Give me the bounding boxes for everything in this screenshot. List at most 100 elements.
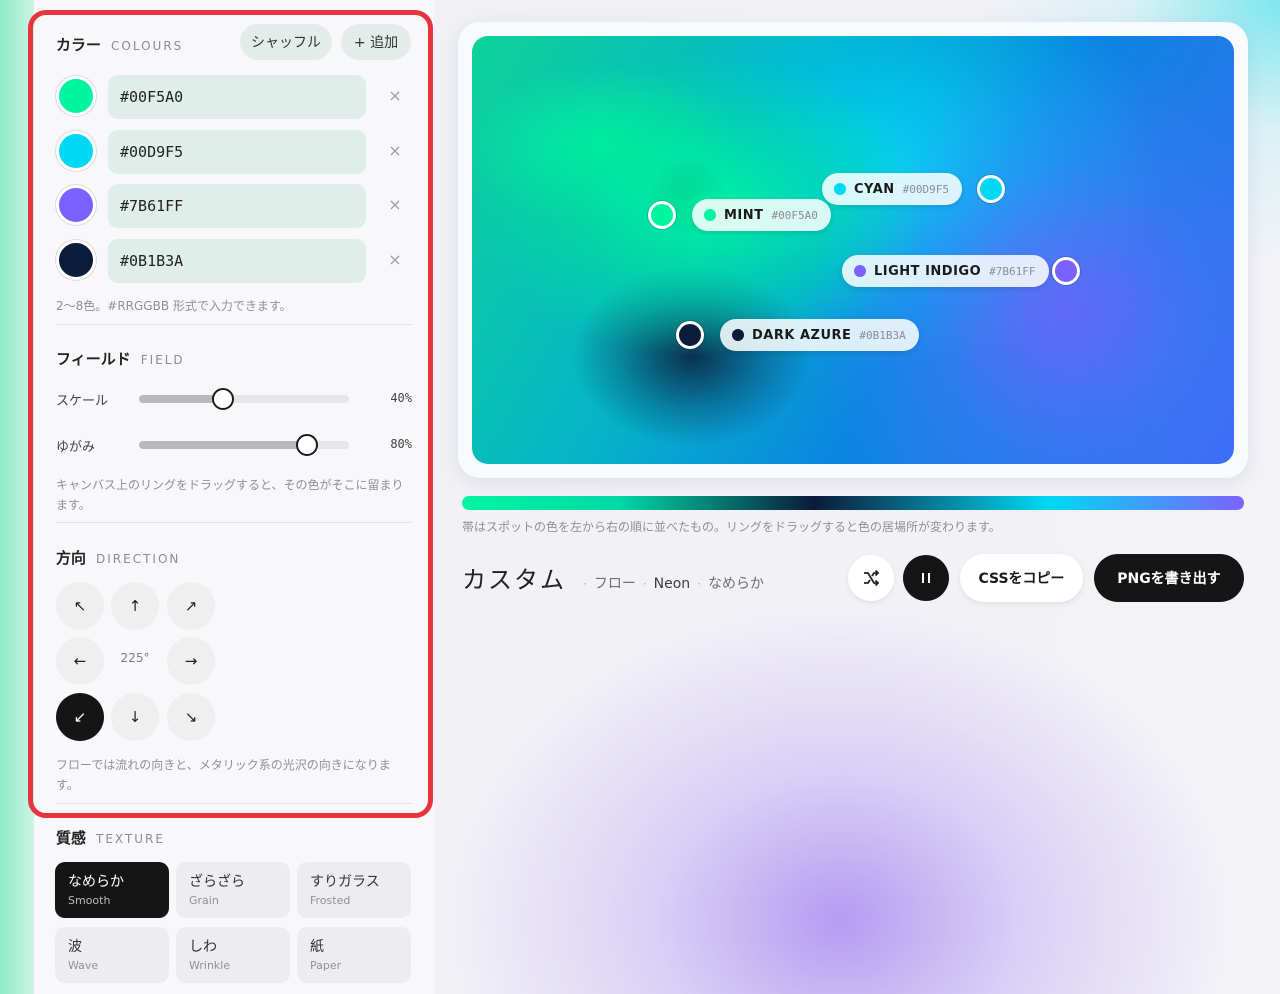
texture-section-title: 質感 TEXTURE (56, 827, 165, 848)
separator: · (697, 577, 702, 591)
canvas-ring-mint[interactable] (648, 201, 676, 229)
scale-label: スケール (56, 394, 109, 409)
canvas-colour-chip-light-indigo: LIGHT INDIGO #7B61FF (842, 255, 1049, 287)
direction-s-button[interactable]: ↓ (111, 693, 159, 741)
chip-code: #00D9F5 (902, 182, 950, 196)
warp-slider[interactable] (139, 434, 349, 456)
shuffle-canvas-button[interactable] (848, 555, 894, 601)
pause-icon (922, 573, 930, 583)
copy-css-button[interactable]: CSSをコピー (960, 554, 1083, 602)
hex-input[interactable]: #00D9F5 (108, 130, 366, 174)
direction-hint: フローでは流れの向きと、メタリック系の光沢の向きになります。 (56, 758, 391, 792)
colours-section-title: カラー COLOURS (56, 34, 183, 55)
preset-mode: フロー (593, 576, 636, 592)
colour-row: #7B61FF × (56, 184, 412, 228)
strip-caption: 帯はスポットの色を左から右の順に並べたもの。リングをドラッグすると色の居場所が変… (462, 520, 1001, 534)
direction-w-button[interactable]: ← (56, 637, 104, 685)
colour-row: #00D9F5 × (56, 130, 412, 174)
colour-row: #0B1B3A × (56, 239, 412, 283)
scale-slider-fill (139, 395, 223, 403)
hex-input[interactable]: #0B1B3A (108, 239, 366, 283)
texture-option-sublabel: Wrinkle (189, 959, 231, 972)
direction-n-button[interactable]: ↑ (111, 582, 159, 630)
hex-input[interactable]: #00F5A0 (108, 75, 366, 119)
preset-texture: なめらか (708, 576, 765, 592)
shuffle-button[interactable]: シャッフル (240, 24, 332, 60)
texture-option-sublabel: Wave (68, 959, 99, 972)
chip-dot (732, 329, 744, 341)
chip-name: MINT (724, 207, 764, 223)
colour-swatch[interactable] (56, 76, 96, 116)
canvas-colour-chip-dark-azure: DARK AZURE #0B1B3A (720, 319, 919, 351)
warp-value: 80% (390, 437, 412, 451)
canvas-ring-light-indigo[interactable] (1052, 257, 1080, 285)
colour-swatch[interactable] (56, 240, 96, 280)
field-hint: キャンバス上のリングをドラッグすると、その色がそこに留まります。 (56, 478, 404, 512)
direction-title-en: DIRECTION (96, 552, 181, 566)
field-section-title: フィールド FIELD (56, 348, 185, 369)
preset-palette: Neon (653, 576, 691, 592)
texture-option-label: 紙 (310, 939, 324, 955)
direction-sw-button[interactable]: ↙ (56, 693, 104, 741)
chip-dot (834, 183, 846, 195)
remove-colour-icon[interactable]: × (386, 142, 404, 160)
colour-swatch[interactable] (56, 131, 96, 171)
direction-angle: 225° (120, 651, 150, 665)
export-png-button[interactable]: PNGを書き出す (1094, 554, 1244, 602)
gradient-canvas[interactable]: CYAN #00D9F5 MINT #00F5A0 LIGHT INDIGO #… (472, 36, 1234, 464)
add-colour-button[interactable]: + 追加 (341, 24, 411, 60)
texture-option-label: しわ (189, 939, 217, 955)
divider (56, 522, 412, 523)
hex-input[interactable]: #7B61FF (108, 184, 366, 228)
direction-se-button[interactable]: ↘ (167, 693, 215, 741)
texture-option-label: 波 (68, 939, 82, 955)
remove-colour-icon[interactable]: × (386, 196, 404, 214)
direction-e-button[interactable]: → (167, 637, 215, 685)
direction-nw-button[interactable]: ↖ (56, 582, 104, 630)
chip-dot (854, 265, 866, 277)
pause-button[interactable] (903, 555, 949, 601)
chip-name: DARK AZURE (752, 327, 852, 343)
warp-slider-thumb[interactable] (296, 434, 318, 456)
texture-option-grain[interactable]: ざらざら Grain (176, 862, 290, 918)
direction-ne-button[interactable]: ↗ (167, 582, 215, 630)
colours-hint: 2〜8色。#RRGGBB 形式で入力できます。 (56, 299, 292, 313)
colour-row: #00F5A0 × (56, 75, 412, 119)
chip-code: #00F5A0 (771, 208, 818, 222)
remove-colour-icon[interactable]: × (386, 251, 404, 269)
canvas-ring-cyan[interactable] (977, 175, 1005, 203)
colour-swatch[interactable] (56, 185, 96, 225)
direction-title-jp: 方向 (56, 549, 87, 567)
separator: · (642, 577, 647, 591)
texture-title-jp: 質感 (56, 829, 87, 847)
preset-name: カスタム (462, 566, 566, 594)
warp-label: ゆがみ (56, 440, 96, 455)
texture-option-wrinkle[interactable]: しわ Wrinkle (176, 927, 290, 983)
texture-option-frosted[interactable]: すりガラス Frosted (297, 862, 411, 918)
warp-slider-fill (139, 441, 307, 449)
field-title-en: FIELD (140, 353, 185, 367)
texture-option-label: なめらか (68, 874, 124, 890)
chip-code: #7B61FF (989, 264, 1036, 278)
texture-option-sublabel: Paper (310, 959, 342, 972)
chip-name: LIGHT INDIGO (874, 263, 982, 279)
field-title-jp: フィールド (56, 350, 131, 368)
texture-option-sublabel: Smooth (68, 894, 111, 907)
colours-title-en: COLOURS (111, 39, 184, 53)
chip-name: CYAN (854, 181, 895, 197)
texture-option-label: ざらざら (189, 874, 245, 890)
canvas-ring-dark-azure[interactable] (676, 321, 704, 349)
canvas-colour-chip-mint: MINT #00F5A0 (692, 199, 831, 231)
remove-colour-icon[interactable]: × (386, 87, 404, 105)
texture-option-label: すりガラス (310, 874, 380, 890)
preset-meta: · フロー · Neon · なめらか (576, 573, 764, 593)
direction-section-title: 方向 DIRECTION (56, 547, 180, 568)
scale-slider[interactable] (139, 388, 349, 410)
divider (56, 803, 412, 804)
texture-option-paper[interactable]: 紙 Paper (297, 927, 411, 983)
scale-slider-thumb[interactable] (212, 388, 234, 410)
texture-option-wave[interactable]: 波 Wave (55, 927, 169, 983)
preset-title-row: カスタム · フロー · Neon · なめらか (462, 560, 764, 595)
colours-title-jp: カラー (56, 36, 102, 54)
texture-option-smooth[interactable]: なめらか Smooth (55, 862, 169, 918)
